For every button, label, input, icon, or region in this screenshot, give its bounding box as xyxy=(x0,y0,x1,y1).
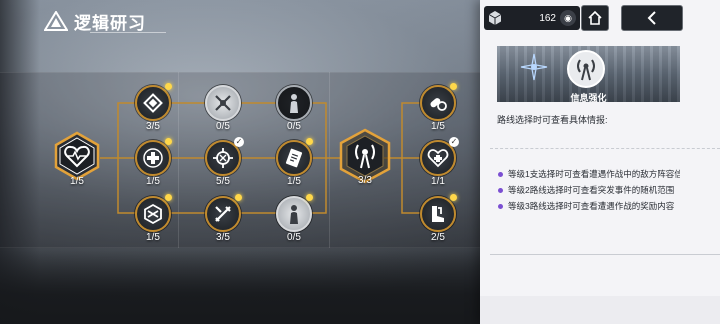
figure-silhouette-icon xyxy=(282,202,306,226)
level-text: 等级3路线选择时可查看遭遇作战的奖励内容 xyxy=(508,201,675,211)
skill-node-col4-3[interactable]: 2/5 xyxy=(420,194,457,243)
skill-node-col2-1[interactable]: 0/5 xyxy=(205,85,241,132)
node-count: 1/5 xyxy=(146,176,160,187)
skill-node-col2-2[interactable]: ✓ 5/5 xyxy=(205,137,244,187)
target-burst-icon xyxy=(211,146,235,170)
skill-node-col3-1[interactable]: 0/5 xyxy=(276,85,312,132)
medical-cross-icon xyxy=(141,146,165,170)
node-count: 3/5 xyxy=(146,121,160,132)
completed-check-icon: ✓ xyxy=(449,137,459,147)
cube-icon xyxy=(488,11,502,25)
chevron-left-icon xyxy=(647,11,656,25)
list-item: 等级1支选择时可查看遭遇作战中的敌方阵容信息 xyxy=(498,166,680,182)
new-indicator xyxy=(306,138,313,145)
compass-star-icon xyxy=(520,53,548,81)
new-indicator xyxy=(165,194,172,201)
node-count: 1/5 xyxy=(287,176,301,187)
divider xyxy=(490,148,720,149)
skill-node-col2-3[interactable]: 3/5 xyxy=(205,194,242,243)
crossed-blades-icon xyxy=(211,91,235,115)
list-item: 等级2路线选择时可查看突发事件的随机范围 xyxy=(498,182,680,198)
list-item: 等级3路线选择时可查看遭遇作战的奖励内容 xyxy=(498,198,680,214)
node-count: 1/5 xyxy=(431,121,445,132)
node-count: 3/3 xyxy=(358,175,372,186)
skill-node-col4-1[interactable]: 1/5 xyxy=(420,83,457,132)
node-count: 1/5 xyxy=(146,232,160,243)
heart-plus-icon xyxy=(426,146,450,170)
bullet-icon xyxy=(498,203,503,209)
new-indicator xyxy=(165,138,172,145)
eye-icon[interactable]: ◉ xyxy=(560,10,576,26)
bullet-icon xyxy=(498,171,503,177)
back-button[interactable] xyxy=(621,5,683,31)
node-count: 3/5 xyxy=(216,232,230,243)
skill-description: 路线选择时可查看具体情报: xyxy=(497,115,608,125)
divider xyxy=(490,254,720,255)
node-count: 0/5 xyxy=(287,232,301,243)
hexagon-shield-icon xyxy=(141,202,165,226)
bullet-icon xyxy=(498,187,503,193)
skill-node-col1-2[interactable]: 1/5 xyxy=(135,138,172,187)
new-indicator xyxy=(165,83,172,90)
node-count: 2/5 xyxy=(431,232,445,243)
boots-icon xyxy=(426,202,450,226)
currency-value: 162 xyxy=(539,12,556,24)
pills-icon xyxy=(426,91,450,115)
skill-node-col3-2[interactable]: 1/5 xyxy=(276,138,313,187)
home-icon xyxy=(588,10,602,25)
node-count: 1/5 xyxy=(70,176,84,187)
center-node[interactable]: 3/3 xyxy=(337,128,393,190)
level-list: 等级1支选择时可查看遭遇作战中的敌方阵容信息 等级2路线选择时可查看突发事件的随… xyxy=(498,166,680,214)
skill-banner: 信息强化 xyxy=(497,46,680,102)
node-count: 1/1 xyxy=(431,176,445,187)
figure-silhouette-icon xyxy=(282,91,306,115)
node-count: 0/5 xyxy=(216,121,230,132)
skill-node-col1-1[interactable]: 3/5 xyxy=(135,83,172,132)
home-button[interactable] xyxy=(581,5,609,31)
new-indicator xyxy=(306,194,313,201)
new-indicator xyxy=(235,194,242,201)
heart-pulse-icon xyxy=(54,131,100,181)
level-text: 等级1支选择时可查看遭遇作战中的敌方阵容信息 xyxy=(508,169,680,179)
skill-node-col1-3[interactable]: 1/5 xyxy=(135,194,172,243)
banner-label: 信息强化 xyxy=(570,93,607,102)
currency-bar: 162 ◉ xyxy=(484,6,580,30)
level-text: 等级2路线选择时可查看突发事件的随机范围 xyxy=(508,185,675,195)
node-count: 0/5 xyxy=(287,121,301,132)
new-indicator xyxy=(450,83,457,90)
skill-node-col3-3[interactable]: 0/5 xyxy=(276,194,313,243)
diamond-chip-icon xyxy=(141,91,165,115)
panel-footer xyxy=(480,296,720,324)
node-count: 5/5 xyxy=(216,176,230,187)
scroll-note-icon xyxy=(282,146,306,170)
root-node[interactable]: 1/5 xyxy=(52,131,102,187)
crossed-swords-icon xyxy=(211,202,235,226)
skill-node-col4-2[interactable]: ✓ 1/1 xyxy=(420,137,459,187)
radio-tower-icon xyxy=(567,50,605,88)
new-indicator xyxy=(450,194,457,201)
completed-check-icon: ✓ xyxy=(234,137,244,147)
